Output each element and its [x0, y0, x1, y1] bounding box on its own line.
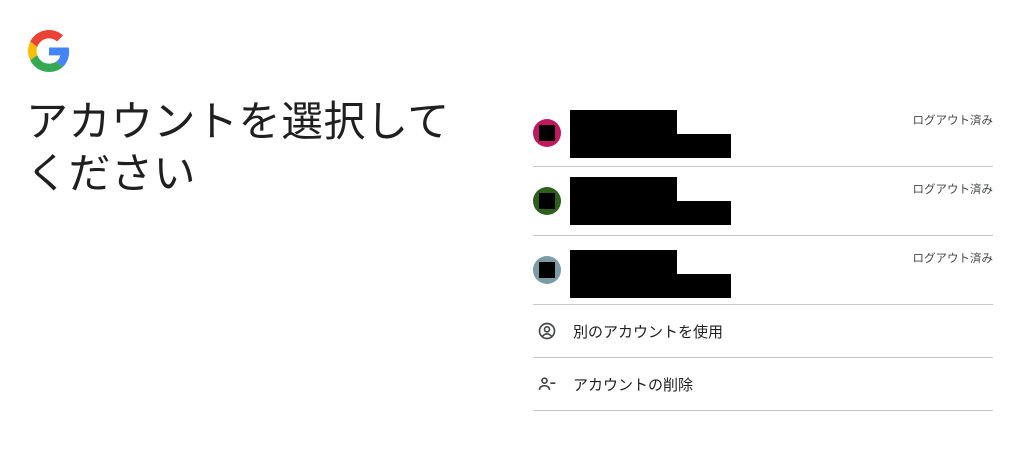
redacted-account-email: [570, 274, 731, 298]
account-chooser-page: アカウントを選択して ください ログアウト済み ログアウト済み ログアウト済み: [0, 0, 1022, 460]
redacted-account-email: [570, 201, 731, 225]
use-another-account-button[interactable]: 別のアカウントを使用: [533, 305, 993, 358]
status-label: ログアウト済み: [912, 251, 994, 265]
account-item[interactable]: ログアウト済み: [533, 98, 993, 167]
google-logo-icon: [28, 30, 70, 72]
redacted-account-name: [570, 250, 677, 274]
avatar: [533, 119, 561, 147]
redacted-account-email: [570, 134, 731, 158]
account-item[interactable]: ログアウト済み: [533, 167, 993, 236]
account-list: ログアウト済み ログアウト済み ログアウト済み 別のアカウントを使用 アカウント…: [533, 98, 993, 411]
redacted-account-name: [570, 110, 677, 134]
redacted-account-name: [570, 177, 677, 201]
use-another-account-label: 別のアカウントを使用: [573, 322, 724, 341]
avatar: [533, 256, 561, 284]
avatar: [533, 187, 561, 215]
page-title: アカウントを選択して ください: [26, 97, 450, 198]
account-item[interactable]: ログアウト済み: [533, 236, 993, 305]
remove-account-button[interactable]: アカウントの削除: [533, 358, 993, 411]
status-label: ログアウト済み: [912, 182, 994, 196]
remove-account-label: アカウントの削除: [573, 375, 694, 394]
person-remove-icon: [533, 370, 561, 398]
account-circle-icon: [533, 317, 561, 345]
status-label: ログアウト済み: [912, 113, 994, 127]
